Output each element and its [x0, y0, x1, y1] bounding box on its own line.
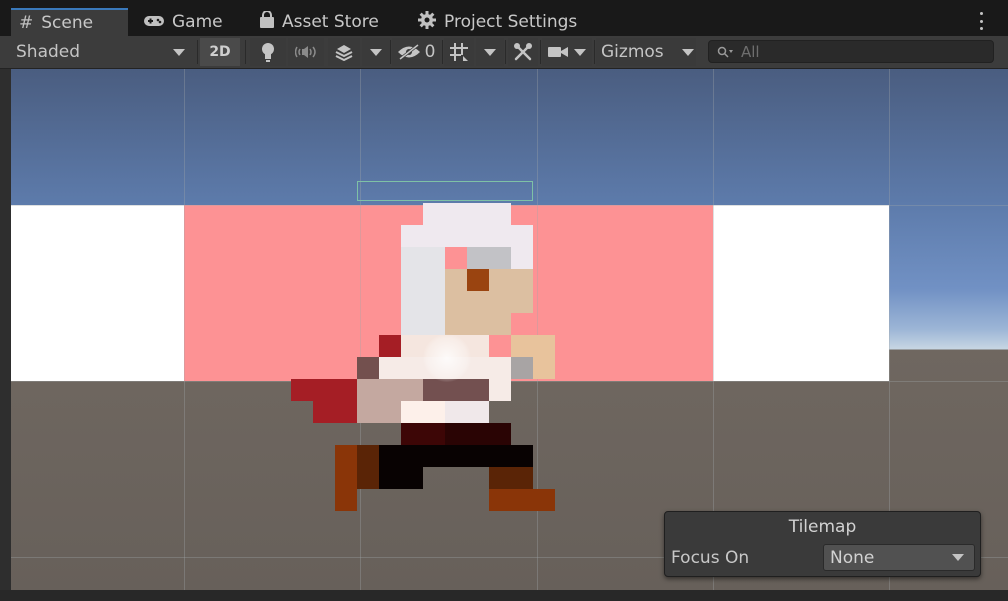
- chevron-down-icon: [681, 48, 694, 56]
- grid-snap-button[interactable]: [444, 38, 474, 66]
- scene-visibility-button[interactable]: 0: [392, 38, 440, 66]
- tab-asset-store[interactable]: Asset Store: [252, 8, 392, 36]
- 2d-mode-button[interactable]: 2D: [200, 38, 240, 66]
- gamepad-icon: [144, 12, 164, 32]
- selection-outline: [357, 181, 533, 201]
- draw-mode-label: Shaded: [16, 42, 81, 62]
- grid-line: [537, 69, 538, 590]
- gizmos-label: Gizmos: [601, 42, 664, 62]
- hash-icon: #: [19, 13, 34, 33]
- more-options-icon[interactable]: [978, 12, 984, 30]
- speaker-icon: [295, 46, 316, 58]
- focus-on-value: None: [830, 547, 875, 568]
- search-field[interactable]: [708, 40, 994, 63]
- hidden-count: 0: [424, 42, 436, 62]
- search-icon: [717, 46, 733, 58]
- tools-icon: [514, 43, 532, 61]
- bottom-edge: [0, 590, 1008, 601]
- gizmos-dropdown[interactable]: Gizmos: [596, 38, 696, 66]
- bag-icon: [260, 10, 274, 33]
- left-panel-edge: [0, 69, 11, 590]
- effects-toggle-button[interactable]: [328, 38, 360, 66]
- tab-scene[interactable]: # Scene: [11, 8, 128, 36]
- camera-settings-button[interactable]: [542, 38, 592, 66]
- chevron-down-icon: [484, 48, 496, 56]
- tab-label: Scene: [41, 13, 94, 33]
- editor-tab-bar: # Scene Game Asset Store Project Setting…: [0, 0, 1008, 36]
- eye-hidden-icon: [397, 44, 420, 60]
- chevron-down-icon: [370, 48, 382, 56]
- tab-label: Game: [172, 12, 223, 32]
- component-tools-button[interactable]: [508, 38, 538, 66]
- tab-label: Asset Store: [282, 12, 379, 32]
- tile-white-right: [713, 205, 889, 381]
- search-input[interactable]: [739, 41, 983, 62]
- grid-line: [360, 69, 361, 590]
- tilemap-title: Tilemap: [788, 517, 857, 537]
- scene-toolbar: Shaded 2D 0 Gizmos: [0, 36, 1008, 69]
- audio-toggle-button[interactable]: [288, 38, 324, 66]
- grid-line: [184, 69, 185, 590]
- effects-dropdown[interactable]: [362, 38, 390, 66]
- chevron-down-icon: [574, 48, 586, 56]
- lighting-toggle-button[interactable]: [250, 38, 286, 66]
- lightbulb-icon: [262, 43, 274, 62]
- focus-on-label: Focus On: [671, 548, 750, 568]
- grid-icon: [450, 43, 468, 61]
- tab-game[interactable]: Game: [136, 8, 246, 36]
- layers-icon: [335, 45, 353, 61]
- tab-label: Project Settings: [444, 12, 578, 32]
- focus-on-dropdown[interactable]: None: [823, 544, 975, 571]
- pivot-handle[interactable]: [423, 334, 471, 382]
- draw-mode-dropdown[interactable]: Shaded: [0, 38, 195, 66]
- 2d-label: 2D: [209, 44, 231, 60]
- grid-dropdown[interactable]: [476, 38, 504, 66]
- chevron-down-icon: [173, 48, 185, 56]
- gear-icon: [418, 10, 436, 34]
- tab-project-settings[interactable]: Project Settings: [410, 8, 610, 36]
- tilemap-overlay: Tilemap Focus On None: [664, 511, 981, 577]
- camera-icon: [548, 47, 568, 57]
- tile-white-left: [11, 205, 184, 381]
- chevron-down-icon: [952, 554, 964, 561]
